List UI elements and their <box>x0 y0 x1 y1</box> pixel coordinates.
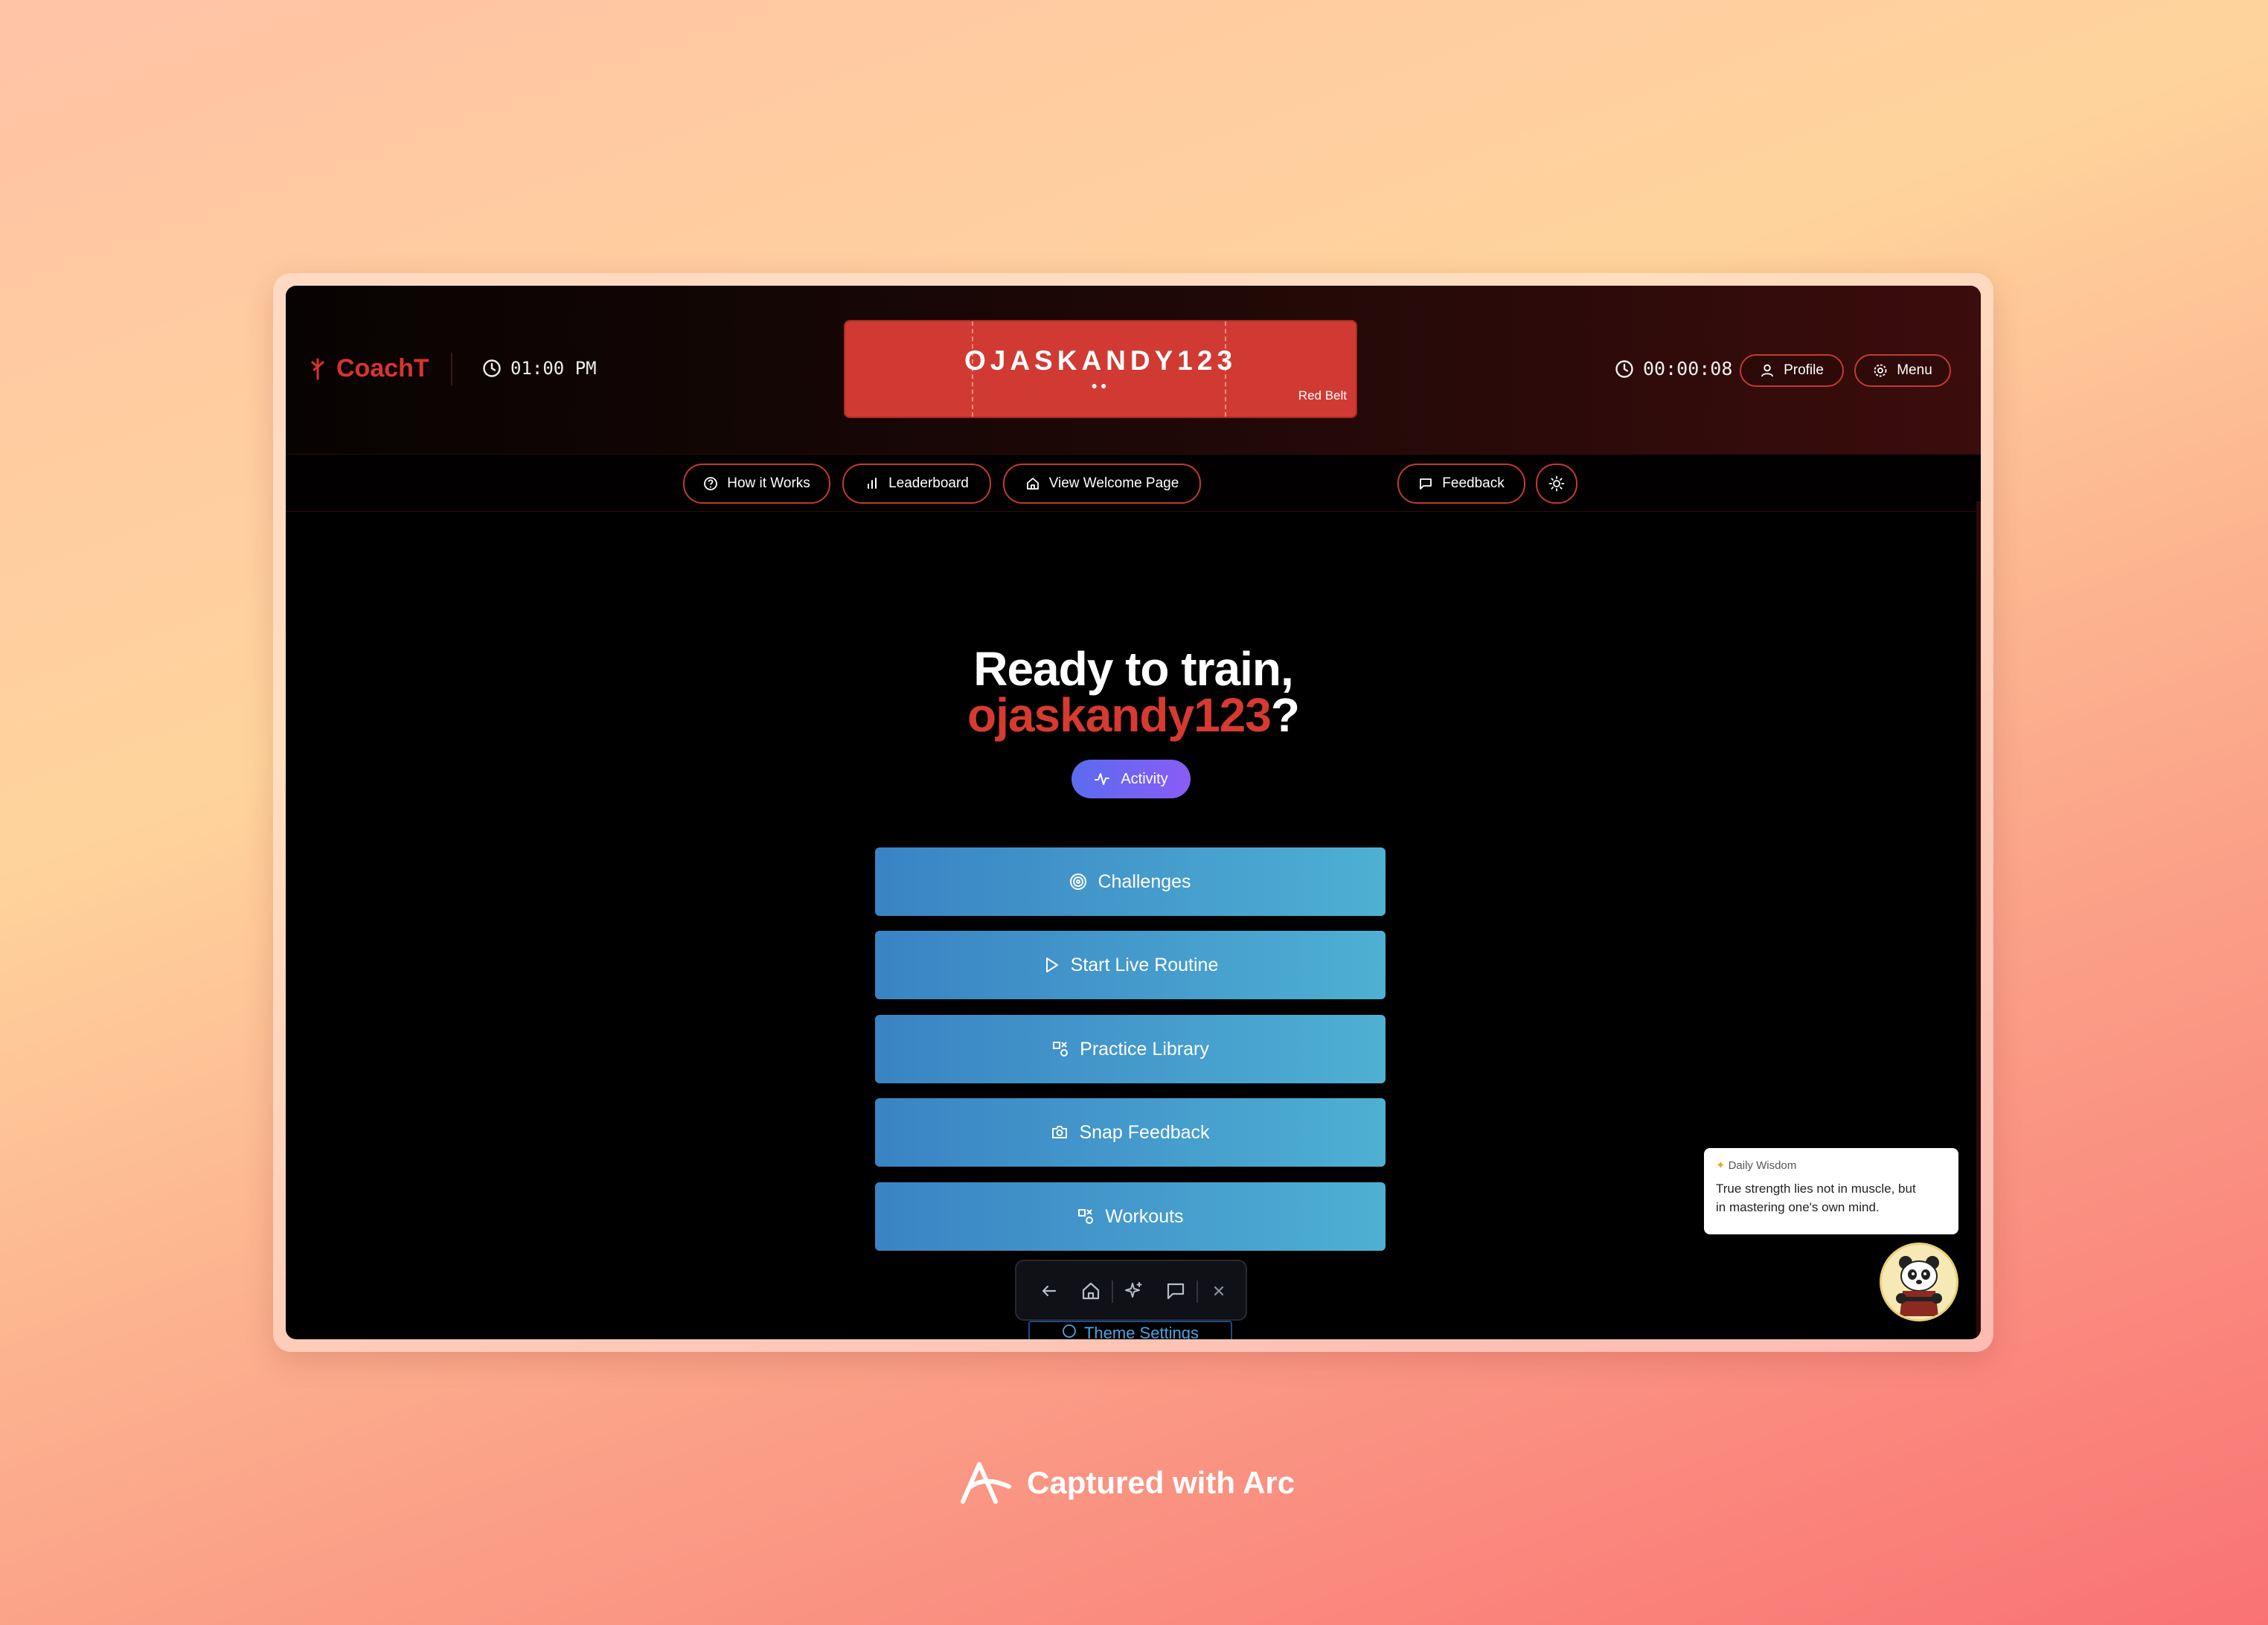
daily-wisdom-title: Daily Wisdom <box>1728 1158 1797 1172</box>
challenges-button[interactable]: Challenges <box>875 847 1386 916</box>
camera-icon <box>1052 1126 1068 1138</box>
clock-icon <box>483 359 501 377</box>
panda-mascot-avatar[interactable] <box>1880 1243 1958 1321</box>
capture-credit-text: Captured with Arc <box>1027 1465 1295 1500</box>
banner-username: OJASKANDY123 <box>964 345 1237 376</box>
leaderboard-label: Leaderboard <box>888 475 969 491</box>
home-icon[interactable] <box>1080 1281 1101 1301</box>
menu-label: Menu <box>1897 362 1932 378</box>
local-clock: 01:00 PM <box>482 358 597 379</box>
toolbar-divider <box>1197 1281 1198 1303</box>
session-timer: 00:00:08 <box>1615 358 1732 379</box>
martial-arts-icon <box>311 358 324 379</box>
quote-line: True strength lies not in muscle, but <box>1716 1182 1916 1196</box>
welcome-page-button[interactable]: View Welcome Page <box>1003 464 1201 504</box>
daily-wisdom-card: ✦ Daily Wisdom True strength lies not in… <box>1704 1148 1958 1234</box>
scrollbar-track[interactable] <box>1976 501 1981 1339</box>
workouts-label: Workouts <box>1105 1205 1184 1227</box>
quote-line: in mastering one's own mind. <box>1716 1200 1880 1214</box>
start-live-routine-label: Start Live Routine <box>1070 954 1219 975</box>
target-icon <box>1070 874 1087 890</box>
menu-button[interactable]: Menu <box>1854 354 1951 387</box>
belt-label: Red Belt <box>1298 388 1347 403</box>
sparkles-icon: ✦ <box>1716 1159 1726 1172</box>
home-icon <box>1026 478 1039 490</box>
how-it-works-button[interactable]: How it Works <box>683 464 830 504</box>
sparkles-icon[interactable] <box>1124 1281 1144 1301</box>
practice-library-button[interactable]: Practice Library <box>875 1015 1386 1083</box>
hero-username-line: ojaskandy123? <box>286 688 1981 743</box>
capture-credit: Captured with Arc <box>957 1458 1295 1507</box>
theme-settings-tab[interactable]: Theme Settings <box>1028 1321 1232 1339</box>
brand-name: CoachT <box>336 354 429 382</box>
practice-library-label: Practice Library <box>1080 1038 1209 1060</box>
user-banner: OJASKANDY123 ●● Red Belt <box>845 321 1356 417</box>
banner-rank-dots: ●● <box>1091 379 1110 391</box>
activity-icon <box>1095 773 1110 785</box>
palette-icon <box>1063 1324 1076 1338</box>
chat-icon <box>1420 478 1432 490</box>
divider <box>451 353 452 385</box>
profile-button[interactable]: Profile <box>1740 354 1844 387</box>
bottom-toolbar <box>1015 1260 1247 1321</box>
activity-label: Activity <box>1121 770 1168 787</box>
timer-icon <box>1615 359 1633 378</box>
sun-icon <box>1548 475 1565 492</box>
start-live-routine-button[interactable]: Start Live Routine <box>875 931 1386 999</box>
chat-icon[interactable] <box>1165 1281 1186 1301</box>
snap-feedback-label: Snap Feedback <box>1079 1121 1210 1143</box>
close-icon[interactable] <box>1208 1281 1229 1301</box>
hero-username: ojaskandy123 <box>967 688 1272 742</box>
brand-logo[interactable]: CoachT <box>310 354 429 383</box>
bar-chart-icon <box>868 478 877 489</box>
activity-button[interactable]: Activity <box>1071 760 1191 798</box>
panda-icon <box>1896 1256 1942 1316</box>
shapes-icon <box>1053 1042 1069 1057</box>
session-timer-text: 00:00:08 <box>1643 358 1733 379</box>
profile-label: Profile <box>1784 362 1824 378</box>
daily-wisdom-header: ✦ Daily Wisdom <box>1716 1158 1947 1173</box>
shapes-icon <box>1078 1209 1094 1224</box>
snap-feedback-button[interactable]: Snap Feedback <box>875 1098 1386 1167</box>
daily-wisdom-quote: True strength lies not in muscle, but in… <box>1716 1179 1947 1217</box>
back-arrow-icon[interactable] <box>1039 1281 1060 1301</box>
help-circle-icon <box>704 477 718 490</box>
feedback-button[interactable]: Feedback <box>1397 464 1525 504</box>
gear-icon <box>1874 364 1887 377</box>
theme-settings-label: Theme Settings <box>1083 1324 1199 1339</box>
workouts-button[interactable]: Workouts <box>875 1182 1386 1251</box>
how-it-works-label: How it Works <box>727 475 810 491</box>
arc-logo-icon <box>961 1462 1011 1504</box>
leaderboard-button[interactable]: Leaderboard <box>842 464 991 504</box>
user-icon <box>1761 364 1773 377</box>
sub-navigation: How it Works Leaderboard View Welcome Pa… <box>286 454 1981 512</box>
theme-toggle-button[interactable] <box>1536 464 1577 504</box>
header: CoachT 01:00 PM OJASKANDY123 ●● Red Belt… <box>286 286 1981 454</box>
app-window: CoachT 01:00 PM OJASKANDY123 ●● Red Belt… <box>286 286 1981 1339</box>
hero-question-mark: ? <box>1270 688 1300 742</box>
toolbar-divider <box>1112 1281 1113 1303</box>
welcome-page-label: View Welcome Page <box>1048 475 1179 491</box>
challenges-label: Challenges <box>1098 871 1191 892</box>
play-icon <box>1045 958 1058 972</box>
local-time-text: 01:00 PM <box>510 358 597 379</box>
feedback-label: Feedback <box>1442 475 1505 491</box>
